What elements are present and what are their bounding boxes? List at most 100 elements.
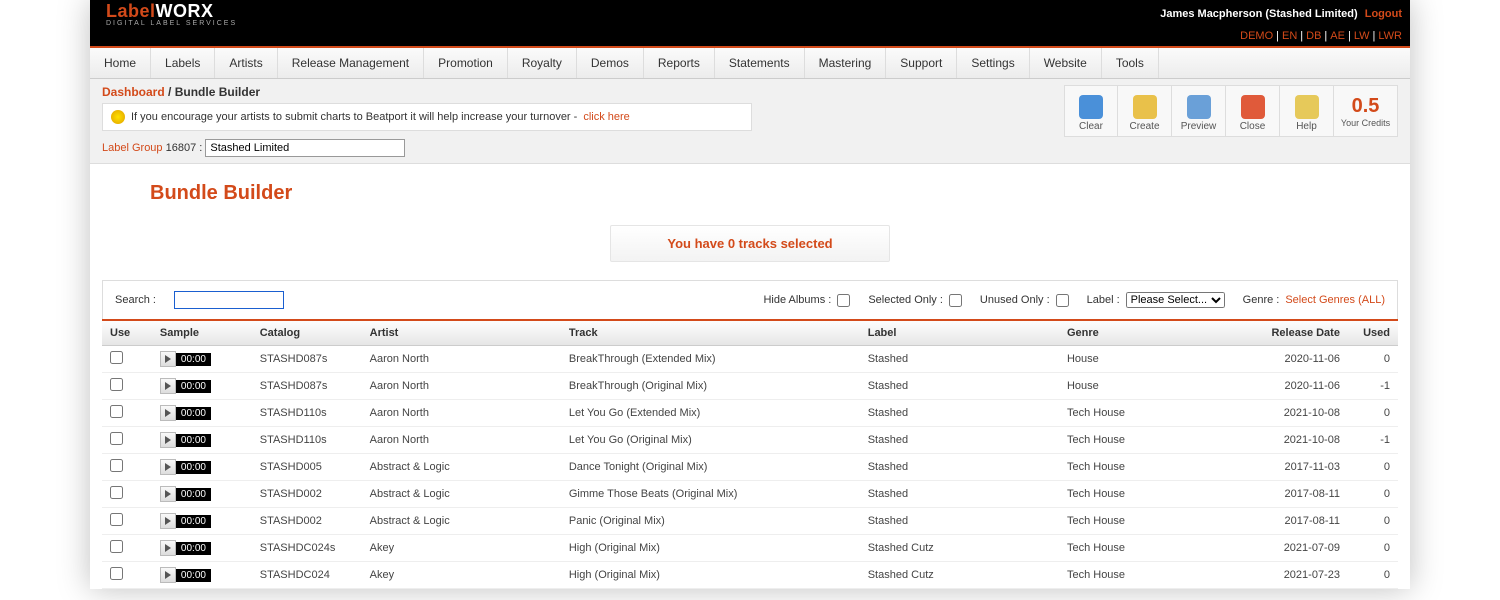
label-group-id: 16807 : xyxy=(166,142,203,154)
label-group-input[interactable] xyxy=(205,139,405,157)
cell-genre: Tech House xyxy=(1059,535,1238,562)
menu-support[interactable]: Support xyxy=(886,48,957,78)
use-checkbox[interactable] xyxy=(110,513,123,526)
col-artist[interactable]: Artist xyxy=(362,320,561,346)
help-button[interactable]: Help xyxy=(1280,85,1334,137)
unused-only-checkbox[interactable] xyxy=(1056,294,1069,307)
logo-text-b: WORX xyxy=(156,1,214,21)
breadcrumb-current: Bundle Builder xyxy=(175,85,260,99)
action-buttons: ClearCreatePreviewCloseHelp 0.5Your Credi… xyxy=(1064,85,1398,137)
search-label: Search : xyxy=(115,294,156,306)
tip-cta-link[interactable]: click here xyxy=(583,111,629,123)
col-genre[interactable]: Genre xyxy=(1059,320,1238,346)
sample-time: 00:00 xyxy=(176,353,211,366)
close-button[interactable]: Close xyxy=(1226,85,1280,137)
col-catalog[interactable]: Catalog xyxy=(252,320,362,346)
use-checkbox[interactable] xyxy=(110,540,123,553)
user-info: James Macpherson (Stashed Limited) Logou… xyxy=(1160,8,1402,20)
top-links: DEMO|EN|DB|AE|LW|LWR xyxy=(90,28,1410,48)
menu-labels[interactable]: Labels xyxy=(151,48,215,78)
col-sample[interactable]: Sample xyxy=(152,320,252,346)
play-icon[interactable] xyxy=(160,513,176,529)
cell-track: High (Original Mix) xyxy=(561,535,860,562)
credits-label: Your Credits xyxy=(1341,118,1390,128)
col-track[interactable]: Track xyxy=(561,320,860,346)
use-checkbox[interactable] xyxy=(110,378,123,391)
play-icon[interactable] xyxy=(160,351,176,367)
cell-used: 0 xyxy=(1348,508,1398,535)
cell-used: 0 xyxy=(1348,562,1398,589)
top-link-demo[interactable]: DEMO xyxy=(1240,30,1273,42)
search-input[interactable] xyxy=(174,291,284,309)
create-icon xyxy=(1133,95,1157,119)
create-button[interactable]: Create xyxy=(1118,85,1172,137)
col-used[interactable]: Used xyxy=(1348,320,1398,346)
table-row: 00:00STASHDC024sAkeyHigh (Original Mix)S… xyxy=(102,535,1398,562)
logout-link[interactable]: Logout xyxy=(1365,8,1402,20)
play-icon[interactable] xyxy=(160,378,176,394)
use-checkbox[interactable] xyxy=(110,567,123,580)
genre-select-link[interactable]: Select Genres (ALL) xyxy=(1285,294,1385,306)
cell-genre: Tech House xyxy=(1059,400,1238,427)
top-link-lw[interactable]: LW xyxy=(1354,30,1370,42)
use-checkbox[interactable] xyxy=(110,432,123,445)
top-link-ae[interactable]: AE xyxy=(1330,30,1345,42)
menu-release-management[interactable]: Release Management xyxy=(278,48,424,78)
logo-text-a: Label xyxy=(106,1,156,21)
unused-only-label: Unused Only : xyxy=(980,294,1050,306)
top-link-lwr[interactable]: LWR xyxy=(1378,30,1402,42)
tip-text: If you encourage your artists to submit … xyxy=(131,111,577,123)
col-label[interactable]: Label xyxy=(860,320,1059,346)
filters-bar: Search : Hide Albums : Selected Only : U… xyxy=(102,280,1398,319)
clear-button[interactable]: Clear xyxy=(1064,85,1118,137)
menu-artists[interactable]: Artists xyxy=(215,48,277,78)
menu-website[interactable]: Website xyxy=(1030,48,1102,78)
menu-promotion[interactable]: Promotion xyxy=(424,48,508,78)
cell-used: 0 xyxy=(1348,346,1398,373)
preview-button[interactable]: Preview xyxy=(1172,85,1226,137)
cell-date: 2017-11-03 xyxy=(1238,454,1348,481)
menu-settings[interactable]: Settings xyxy=(957,48,1029,78)
table-row: 00:00STASHDC024AkeyHigh (Original Mix)St… xyxy=(102,562,1398,589)
selected-only-checkbox[interactable] xyxy=(949,294,962,307)
use-checkbox[interactable] xyxy=(110,405,123,418)
table-row: 00:00STASHD110sAaron NorthLet You Go (Or… xyxy=(102,427,1398,454)
cell-track: Gimme Those Beats (Original Mix) xyxy=(561,481,860,508)
hide-albums-checkbox[interactable] xyxy=(837,294,850,307)
use-checkbox[interactable] xyxy=(110,486,123,499)
label-group-label: Label Group xyxy=(102,142,163,154)
play-icon[interactable] xyxy=(160,405,176,421)
menu-home[interactable]: Home xyxy=(90,48,151,78)
menu-mastering[interactable]: Mastering xyxy=(805,48,887,78)
col-use[interactable]: Use xyxy=(102,320,152,346)
play-icon[interactable] xyxy=(160,540,176,556)
menu-reports[interactable]: Reports xyxy=(644,48,715,78)
top-link-en[interactable]: EN xyxy=(1282,30,1297,42)
menu-demos[interactable]: Demos xyxy=(577,48,644,78)
cell-catalog: STASHDC024 xyxy=(252,562,362,589)
table-row: 00:00STASHD087sAaron NorthBreakThrough (… xyxy=(102,346,1398,373)
use-checkbox[interactable] xyxy=(110,351,123,364)
menu-statements[interactable]: Statements xyxy=(715,48,805,78)
logo[interactable]: LabelWORX DIGITAL LABEL SERVICES xyxy=(98,1,237,27)
label-select[interactable]: Please Select... xyxy=(1126,292,1225,308)
play-icon[interactable] xyxy=(160,432,176,448)
play-icon[interactable] xyxy=(160,567,176,583)
menu-tools[interactable]: Tools xyxy=(1102,48,1159,78)
col-release-date[interactable]: Release Date xyxy=(1238,320,1348,346)
sample-time: 00:00 xyxy=(176,569,211,582)
play-icon[interactable] xyxy=(160,486,176,502)
cell-catalog: STASHDC024s xyxy=(252,535,362,562)
close-icon xyxy=(1241,95,1265,119)
cell-artist: Abstract & Logic xyxy=(362,481,561,508)
play-icon[interactable] xyxy=(160,459,176,475)
cell-date: 2021-07-09 xyxy=(1238,535,1348,562)
credits-value: 0.5 xyxy=(1352,95,1380,118)
selected-only-label: Selected Only : xyxy=(868,294,943,306)
breadcrumb-root[interactable]: Dashboard xyxy=(102,85,165,99)
table-row: 00:00STASHD110sAaron NorthLet You Go (Ex… xyxy=(102,400,1398,427)
menu-royalty[interactable]: Royalty xyxy=(508,48,577,78)
cell-used: -1 xyxy=(1348,373,1398,400)
use-checkbox[interactable] xyxy=(110,459,123,472)
top-link-db[interactable]: DB xyxy=(1306,30,1321,42)
